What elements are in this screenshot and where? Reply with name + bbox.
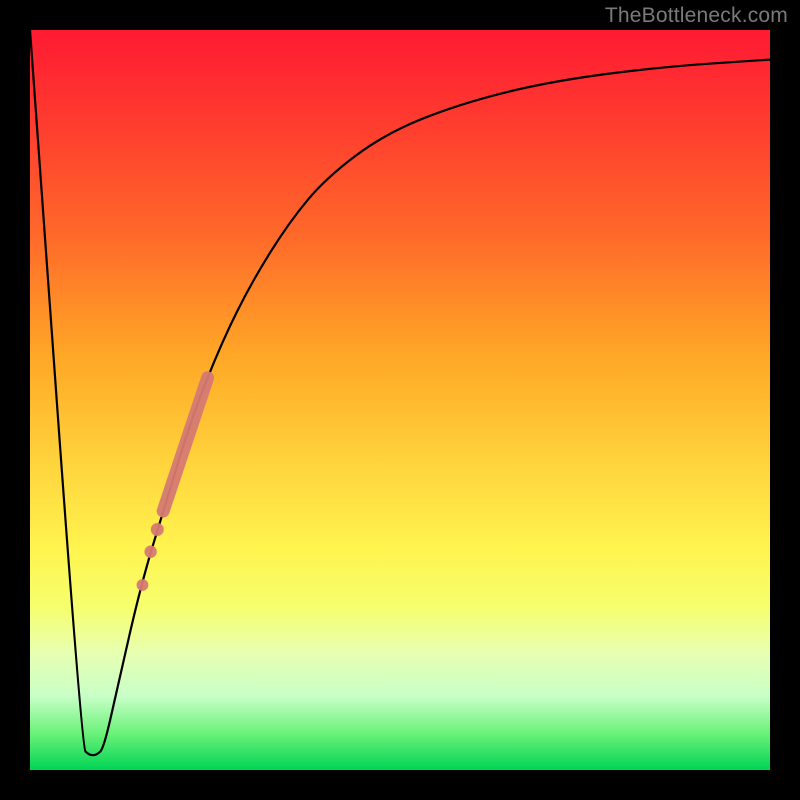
chart-svg	[30, 30, 770, 770]
chart-frame: TheBottleneck.com	[0, 0, 800, 800]
highlight-dot	[137, 579, 149, 591]
attribution-label: TheBottleneck.com	[605, 4, 788, 28]
plot-area	[30, 30, 770, 770]
highlight-thick-segment	[163, 378, 207, 511]
highlight-dots-group	[137, 523, 164, 591]
highlight-dot	[151, 523, 164, 536]
bottleneck-curve	[30, 30, 770, 755]
highlight-dot	[144, 546, 156, 558]
